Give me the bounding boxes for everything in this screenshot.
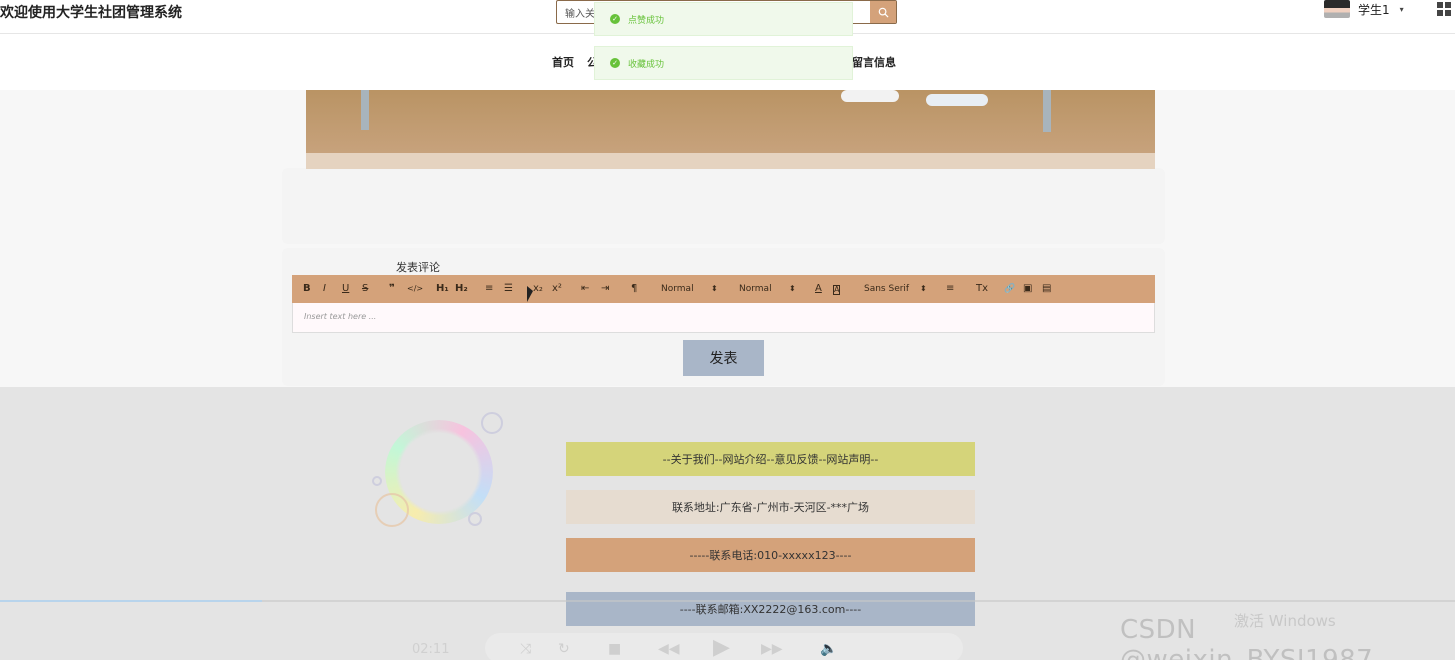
fast-forward-icon[interactable]: ▶▶ [761,641,783,657]
user-menu[interactable]: 学生1 ▾ [1324,0,1404,18]
subscript-button[interactable]: x₂ [533,282,543,296]
csdn-watermark: CSDN @weixin_BYSJ1987 [1120,615,1374,660]
footer-email: ----联系邮箱:XX2222@163.com---- [566,592,975,626]
shuffle-icon[interactable]: ⤨ [520,641,531,657]
video-button[interactable]: ▤ [1042,282,1051,296]
rewind-icon[interactable]: ◀◀ [658,641,680,657]
chevron-down-icon: ▾ [1399,4,1404,14]
user-name: 学生1 [1358,2,1390,17]
font-select[interactable]: Sans Serif [864,282,909,296]
clean-format-button[interactable]: Tx [976,282,988,296]
toast-favorite-success: ✓ 收藏成功 [594,46,853,80]
italic-button[interactable]: I [323,282,326,296]
bold-button[interactable]: B [303,282,311,296]
font-select-arrow-icon: ⬍ [920,284,927,293]
submit-comment-button[interactable]: 发表 [683,340,764,376]
small-bubble-decoration [468,512,482,526]
indent-button[interactable]: ⇥ [601,282,609,296]
h2-button[interactable]: H₂ [455,282,468,296]
comment-editor[interactable]: Insert text here ... [292,303,1155,333]
strike-button[interactable]: S [362,282,368,296]
success-check-icon: ✓ [610,14,620,24]
header-select-arrow-icon: ⬍ [789,284,796,293]
footer-address: 联系地址:广东省-广州市-天河区-***广场 [566,490,975,524]
video-controls: ⤨ ↻ ■ ◀◀ ▶ ▶▶ 🔈 [485,633,963,660]
footer-phone: -----联系电话:010-xxxxx123---- [566,538,975,572]
success-check-icon: ✓ [610,58,620,68]
stop-icon[interactable]: ■ [608,641,621,657]
play-icon[interactable]: ▶ [713,635,730,660]
avatar [1324,0,1350,18]
video-progress-fill [0,600,262,602]
ordered-list-button[interactable]: ≡ [485,282,493,296]
code-button[interactable]: </> [407,282,423,296]
repeat-icon[interactable]: ↻ [558,641,570,657]
video-progress-bar[interactable] [0,600,1455,602]
header-select[interactable]: Normal [739,282,772,296]
align-button[interactable]: ≡ [946,282,954,296]
nav-item-messages[interactable]: 留言信息 [852,54,896,70]
superscript-button[interactable]: x² [552,282,562,296]
text-color-button[interactable]: A [815,282,822,296]
editor-placeholder: Insert text here ... [304,312,377,321]
footer-about-links[interactable]: --关于我们--网站介绍--意见反馈--网站声明-- [566,442,975,476]
nav-item-home[interactable]: 首页 [552,54,574,70]
mouse-cursor-icon [527,286,533,302]
toast-like-success: ✓ 点赞成功 [594,2,853,36]
volume-icon[interactable]: 🔈 [820,641,837,657]
bullet-list-button[interactable]: ☰ [504,282,513,296]
site-title: 欢迎使用大学生社团管理系统 [0,5,182,21]
search-button[interactable] [870,1,896,23]
size-select-arrow-icon: ⬍ [711,284,718,293]
search-icon [878,7,889,18]
content-panel [282,168,1165,244]
blockquote-button[interactable]: ❞ [389,282,395,296]
outdent-button[interactable]: ⇤ [581,282,589,296]
link-button[interactable]: 🔗 [1004,282,1015,296]
grid-menu-icon[interactable] [1437,2,1451,16]
toast-text: 收藏成功 [628,59,665,70]
editor-toolbar: B I U S ❞ </> H₁ H₂ ≡ ☰ x₂ x² ⇤ ⇥ ¶ Norm… [292,275,1155,303]
image-button[interactable]: ▣ [1023,282,1032,296]
rtl-button[interactable]: ¶ [631,282,637,296]
comment-label: 发表评论 [396,261,440,274]
h1-button[interactable]: H₁ [436,282,449,296]
small-bubble-decoration [481,412,503,434]
underline-button[interactable]: U [342,282,349,296]
small-bubble-decoration [372,476,382,486]
size-select[interactable]: Normal [661,282,694,296]
small-bubble-decoration [375,493,409,527]
background-color-button[interactable]: A [833,285,841,295]
toast-text: 点赞成功 [628,15,665,26]
video-time: 02:11 [412,642,450,657]
